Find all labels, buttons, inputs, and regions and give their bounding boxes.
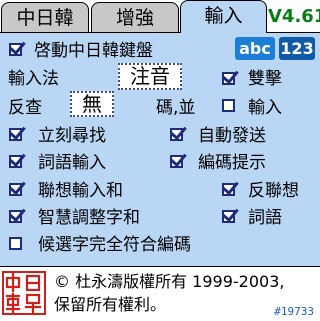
input-method-selector[interactable]: 注音 [118, 63, 182, 90]
footer: © 杜永濤版權所有 1999-2003, 保留所有權利。 #19733 [0, 266, 320, 321]
reverse-assoc-checkbox[interactable] [222, 183, 235, 196]
input-settings-panel: 啓動中日韓鍵盤 abc 123 輸入法 注音 雙擊 反查 無 碼,並 輸入 立刻… [0, 32, 320, 266]
instant-search-label: 立刻尋找 [38, 126, 106, 146]
auto-send-label: 自動發送 [198, 126, 266, 146]
code-hint-label: 編碼提示 [198, 153, 266, 173]
copyright-line-2: 保留所有權利。 [54, 295, 167, 314]
tab-input[interactable]: 輸入 [180, 0, 267, 33]
code-hint-checkbox[interactable] [170, 155, 183, 168]
reverse-lookup-suffix: 碼,並 [156, 98, 196, 118]
double-strike-label: 雙擊 [248, 69, 282, 89]
reverse-input-checkbox[interactable] [222, 99, 235, 112]
numeric-mode-button[interactable]: 123 [279, 37, 315, 60]
copyright-line-1: © 杜永濤版權所有 1999-2003, [54, 272, 285, 291]
instant-search-checkbox[interactable] [9, 128, 22, 141]
assoc-input-checkbox[interactable] [9, 183, 22, 196]
phrase-input-label: 詞語輸入 [38, 153, 106, 173]
input-method-label: 輸入法 [8, 69, 59, 89]
auto-send-checkbox[interactable] [170, 128, 183, 141]
double-strike-checkbox[interactable] [222, 72, 235, 85]
build-number: #19733 [274, 305, 314, 318]
reverse-lookup-selector[interactable]: 無 [70, 91, 114, 117]
smart-adjust-label: 智慧調整字和 [38, 208, 140, 228]
tab-enhance[interactable]: 增強 [91, 2, 179, 32]
copyright-text: © 杜永濤版權所有 1999-2003, 保留所有權利。 [54, 270, 284, 316]
phrase-label: 詞語 [248, 208, 282, 228]
smart-adjust-checkbox[interactable] [9, 210, 22, 223]
phrase-checkbox[interactable] [222, 210, 235, 223]
reverse-input-label: 輸入 [248, 98, 282, 118]
tab-bar: 中日韓 增強 輸入 V4.61 [0, 0, 320, 33]
reverse-assoc-label: 反聯想 [248, 181, 299, 201]
enable-keyboard-label: 啓動中日韓鍵盤 [34, 41, 153, 61]
full-match-label: 候選字完全符合編碼 [38, 235, 191, 255]
abc-mode-button[interactable]: abc [235, 37, 275, 60]
reverse-lookup-label: 反查 [8, 98, 42, 118]
seal-logo-icon [2, 271, 46, 315]
phrase-input-checkbox[interactable] [9, 155, 22, 168]
assoc-input-label: 聯想輸入和 [38, 181, 123, 201]
version-label: V4.61 [268, 6, 320, 27]
tab-cjk[interactable]: 中日韓 [1, 2, 89, 32]
full-match-checkbox[interactable] [9, 237, 22, 250]
enable-keyboard-checkbox[interactable] [9, 43, 22, 56]
